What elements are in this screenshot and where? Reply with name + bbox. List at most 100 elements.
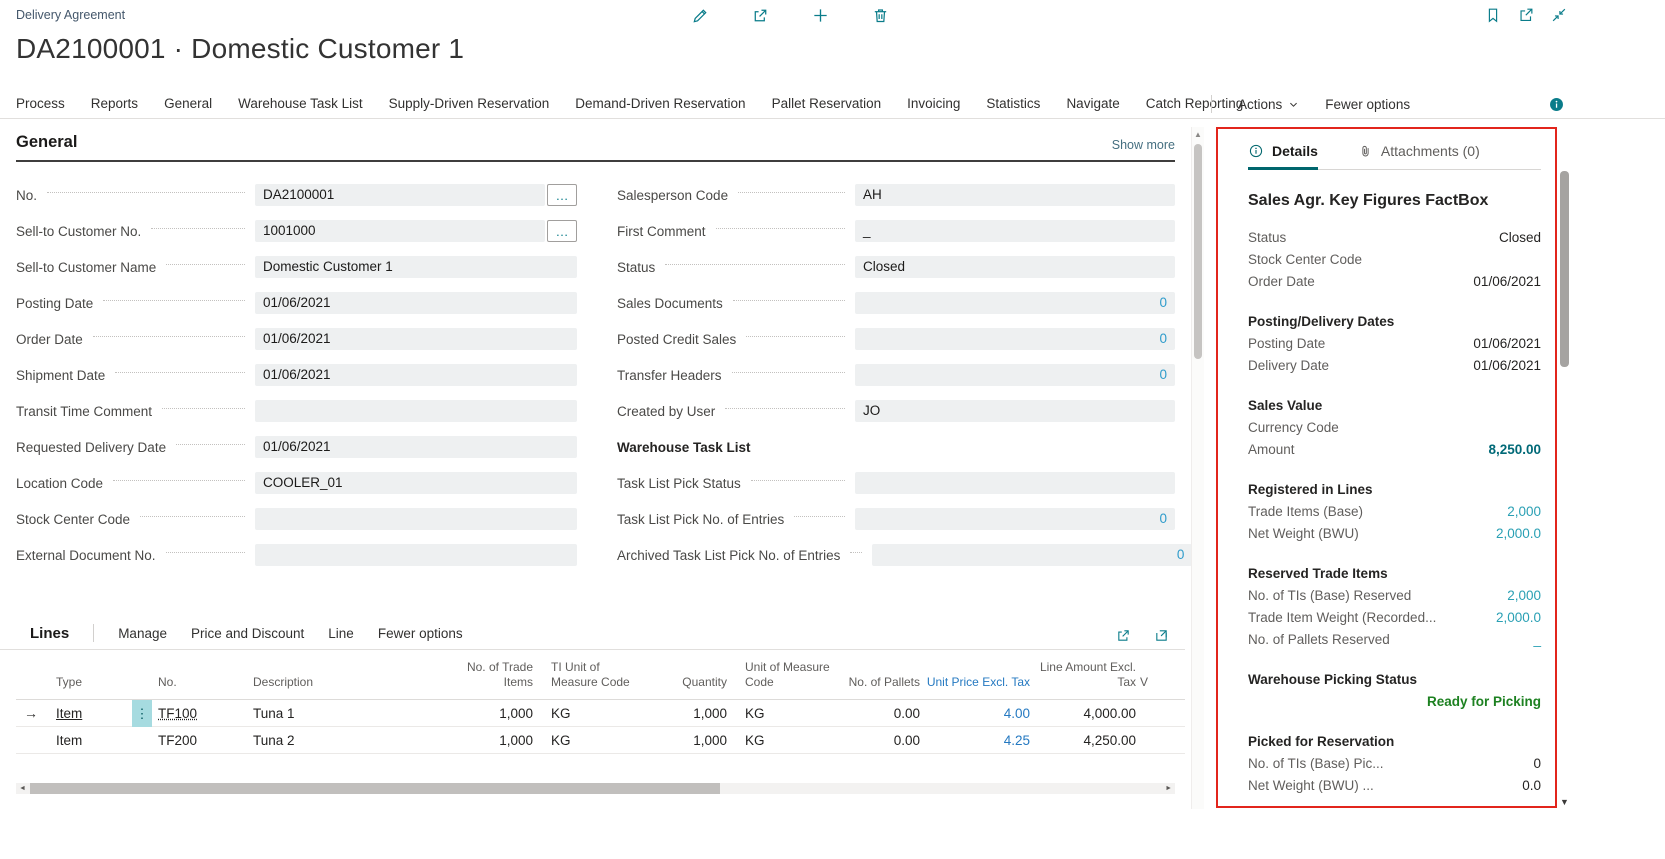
factbox-scrollbar[interactable]: ▼ — [1559, 127, 1570, 809]
field-value[interactable]: COOLER_01 — [255, 472, 577, 494]
cell-unit-price[interactable]: 4.25 — [924, 727, 1034, 754]
factbox-field-value[interactable]: 01/06/2021 — [1473, 274, 1541, 289]
field-value[interactable]: 0 — [855, 328, 1175, 350]
share-icon[interactable] — [750, 5, 770, 25]
factbox-field-value[interactable]: 2,000 — [1507, 588, 1541, 603]
scroll-down-icon[interactable]: ▼ — [1559, 797, 1570, 807]
ribbon-menu-item[interactable]: Reports — [91, 96, 138, 111]
field-value[interactable] — [255, 544, 577, 566]
cell-ti-uom[interactable]: KG — [537, 727, 645, 754]
field-value[interactable]: 0 — [872, 544, 1192, 566]
assist-edit-button[interactable]: … — [547, 184, 577, 206]
field-value[interactable]: JO — [855, 400, 1175, 422]
lines-menu-item[interactable]: Manage — [118, 626, 167, 641]
cell-pallets[interactable]: 0.00 — [845, 700, 924, 727]
factbox-field-value[interactable]: 2,000.0 — [1496, 610, 1541, 625]
grid-column-header[interactable]: Unit Price Excl. Tax — [924, 675, 1034, 691]
cell-variant[interactable] — [1140, 700, 1175, 727]
factbox-field-value[interactable]: 2,000.0 — [1496, 526, 1541, 541]
factbox-field-value[interactable]: 0 — [1533, 756, 1541, 771]
ribbon-menu-item[interactable]: Demand-Driven Reservation — [575, 96, 745, 111]
lines-menu-item[interactable]: Price and Discount — [191, 626, 304, 641]
cell-ti-uom[interactable]: KG — [537, 700, 645, 727]
bookmark-icon[interactable] — [1483, 5, 1503, 25]
horizontal-scrollbar[interactable]: ◄ ► — [16, 783, 1175, 794]
cell-no[interactable]: TF200 — [158, 727, 253, 754]
show-more-link[interactable]: Show more — [1112, 138, 1175, 152]
cell-uom[interactable]: KG — [731, 727, 845, 754]
row-menu-icon[interactable]: ⋮ — [132, 700, 152, 727]
cell-trade-items[interactable]: 1,000 — [463, 700, 537, 727]
grid-column-header[interactable]: Unit of Measure Code — [731, 660, 845, 691]
cell-no[interactable]: TF100 — [158, 700, 253, 727]
factbox-field-value[interactable]: 2,000 — [1507, 504, 1541, 519]
field-value[interactable]: DA2100001 — [255, 184, 545, 206]
cell-trade-items[interactable]: 1,000 — [463, 727, 537, 754]
field-value[interactable]: 1001000 — [255, 220, 545, 242]
table-row[interactable]: Item TF200 Tuna 2 1,000 KG 1,000 KG 0.00… — [16, 727, 1185, 754]
open-in-new-window-icon[interactable] — [1516, 5, 1536, 25]
actions-menu[interactable]: Actions — [1238, 97, 1299, 112]
cell-type[interactable]: Item — [56, 727, 128, 754]
field-value[interactable]: 01/06/2021 — [255, 292, 577, 314]
cell-type[interactable]: Item — [56, 700, 128, 727]
grid-column-header[interactable]: No. of Trade Items — [463, 660, 537, 691]
cell-pallets[interactable]: 0.00 — [845, 727, 924, 754]
factbox-field-value[interactable]: 8,250.00 — [1488, 442, 1541, 457]
share-icon[interactable] — [1113, 625, 1133, 645]
factbox-field-value[interactable]: 01/06/2021 — [1473, 358, 1541, 373]
grid-column-header[interactable]: Quantity — [645, 675, 731, 691]
grid-column-header[interactable]: V — [1140, 675, 1175, 691]
field-value[interactable] — [255, 508, 577, 530]
field-value[interactable]: 01/06/2021 — [255, 364, 577, 386]
scroll-left-icon[interactable]: ◄ — [19, 783, 26, 794]
new-plus-icon[interactable] — [810, 5, 830, 25]
factbox-field-value[interactable]: 0.0 — [1522, 778, 1541, 793]
grid-column-header[interactable]: Line Amount Excl. Tax — [1034, 660, 1140, 691]
grid-column-header[interactable]: TI Unit of Measure Code — [537, 660, 645, 691]
lines-menu-item[interactable]: Line — [328, 626, 354, 641]
page-vertical-scrollbar[interactable]: ▲ — [1191, 127, 1204, 809]
collapse-icon[interactable] — [1549, 5, 1569, 25]
fewer-options-button[interactable]: Fewer options — [1325, 97, 1410, 112]
page-scrollbar-thumb[interactable] — [1194, 144, 1202, 359]
grid-column-header[interactable]: Description — [253, 675, 463, 691]
field-value[interactable]: 01/06/2021 — [255, 436, 577, 458]
info-icon[interactable] — [1546, 94, 1566, 114]
field-value[interactable] — [855, 472, 1175, 494]
factbox-field-value[interactable]: _ — [1533, 632, 1541, 647]
ribbon-menu-item[interactable]: Navigate — [1066, 96, 1119, 111]
ribbon-menu-item[interactable]: Pallet Reservation — [772, 96, 882, 111]
cell-variant[interactable] — [1140, 727, 1175, 754]
cell-uom[interactable]: KG — [731, 700, 845, 727]
field-value[interactable]: Domestic Customer 1 — [255, 256, 577, 278]
lines-menu-item[interactable]: Fewer options — [378, 626, 463, 641]
cell-quantity[interactable]: 1,000 — [645, 700, 731, 727]
factbox-field-value[interactable]: Closed — [1499, 230, 1541, 245]
field-value[interactable]: AH — [855, 184, 1175, 206]
factbox-scrollbar-thumb[interactable] — [1560, 171, 1569, 367]
field-value[interactable]: Closed — [855, 256, 1175, 278]
ribbon-menu-item[interactable]: Invoicing — [907, 96, 960, 111]
tab-attachments[interactable]: Attachments (0) — [1358, 143, 1480, 159]
cell-quantity[interactable]: 1,000 — [645, 727, 731, 754]
field-value[interactable]: 0 — [855, 292, 1175, 314]
ribbon-menu-item[interactable]: Process — [16, 96, 65, 111]
field-value[interactable]: 01/06/2021 — [255, 328, 577, 350]
cell-description[interactable]: Tuna 2 — [253, 727, 463, 754]
factbox-field-value[interactable]: 01/06/2021 — [1473, 336, 1541, 351]
scroll-right-icon[interactable]: ► — [1165, 783, 1172, 794]
focus-mode-icon[interactable] — [1151, 625, 1171, 645]
ribbon-menu-item[interactable]: Statistics — [986, 96, 1040, 111]
scroll-up-icon[interactable]: ▲ — [1192, 130, 1204, 139]
field-value[interactable] — [255, 400, 577, 422]
delete-trash-icon[interactable] — [870, 5, 890, 25]
cell-unit-price[interactable]: 4.00 — [924, 700, 1034, 727]
cell-description[interactable]: Tuna 1 — [253, 700, 463, 727]
horizontal-scrollbar-thumb[interactable] — [30, 783, 720, 794]
ribbon-menu-item[interactable]: General — [164, 96, 212, 111]
assist-edit-button[interactable]: … — [547, 220, 577, 242]
ribbon-menu-item[interactable]: Supply-Driven Reservation — [389, 96, 550, 111]
cell-line-amount[interactable]: 4,000.00 — [1034, 700, 1140, 727]
ribbon-menu-item[interactable]: Warehouse Task List — [238, 96, 363, 111]
